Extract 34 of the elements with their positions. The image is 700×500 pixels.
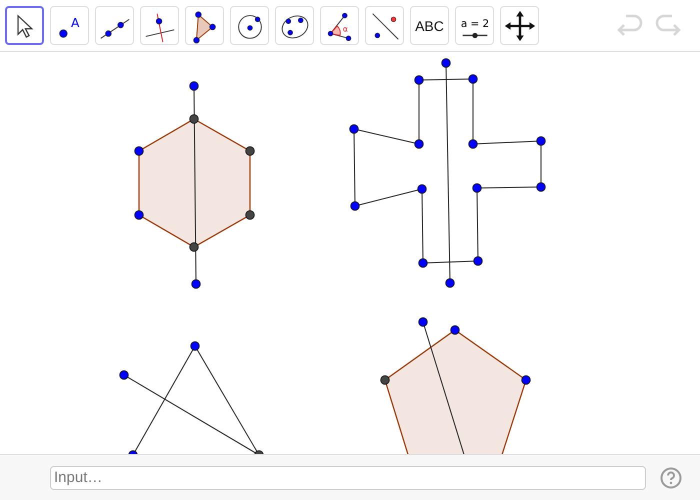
- free-point[interactable]: [418, 258, 428, 268]
- free-point[interactable]: [189, 81, 199, 91]
- dependent-point[interactable]: [380, 375, 390, 385]
- input-field[interactable]: Input…: [50, 466, 646, 490]
- dependent-point[interactable]: [254, 450, 264, 454]
- free-point[interactable]: [414, 75, 424, 85]
- free-point[interactable]: [473, 256, 483, 266]
- free-point[interactable]: [468, 139, 478, 149]
- free-point[interactable]: [119, 370, 129, 380]
- free-point[interactable]: [190, 341, 200, 351]
- dependent-point[interactable]: [245, 146, 255, 156]
- free-point[interactable]: [350, 201, 360, 211]
- free-point[interactable]: [536, 182, 546, 192]
- free-point[interactable]: [191, 279, 201, 289]
- free-point[interactable]: [450, 325, 460, 335]
- tool-button[interactable]: [5, 6, 44, 45]
- free-point[interactable]: [414, 139, 424, 149]
- free-point[interactable]: [134, 146, 144, 156]
- free-point[interactable]: [134, 210, 144, 220]
- free-point[interactable]: [536, 136, 546, 146]
- help-icon[interactable]: [660, 466, 682, 488]
- free-point[interactable]: [445, 278, 455, 288]
- free-point[interactable]: [418, 317, 428, 327]
- free-point[interactable]: [468, 74, 478, 84]
- free-point[interactable]: [521, 375, 531, 385]
- free-point[interactable]: [128, 450, 138, 454]
- tool-button[interactable]: ABC: [410, 6, 449, 45]
- dependent-point[interactable]: [245, 210, 255, 220]
- free-point[interactable]: [441, 58, 451, 68]
- free-point[interactable]: [472, 183, 482, 193]
- free-point[interactable]: [417, 184, 427, 194]
- dependent-point[interactable]: [189, 114, 199, 124]
- free-point[interactable]: [349, 124, 359, 134]
- dependent-point[interactable]: [189, 242, 199, 252]
